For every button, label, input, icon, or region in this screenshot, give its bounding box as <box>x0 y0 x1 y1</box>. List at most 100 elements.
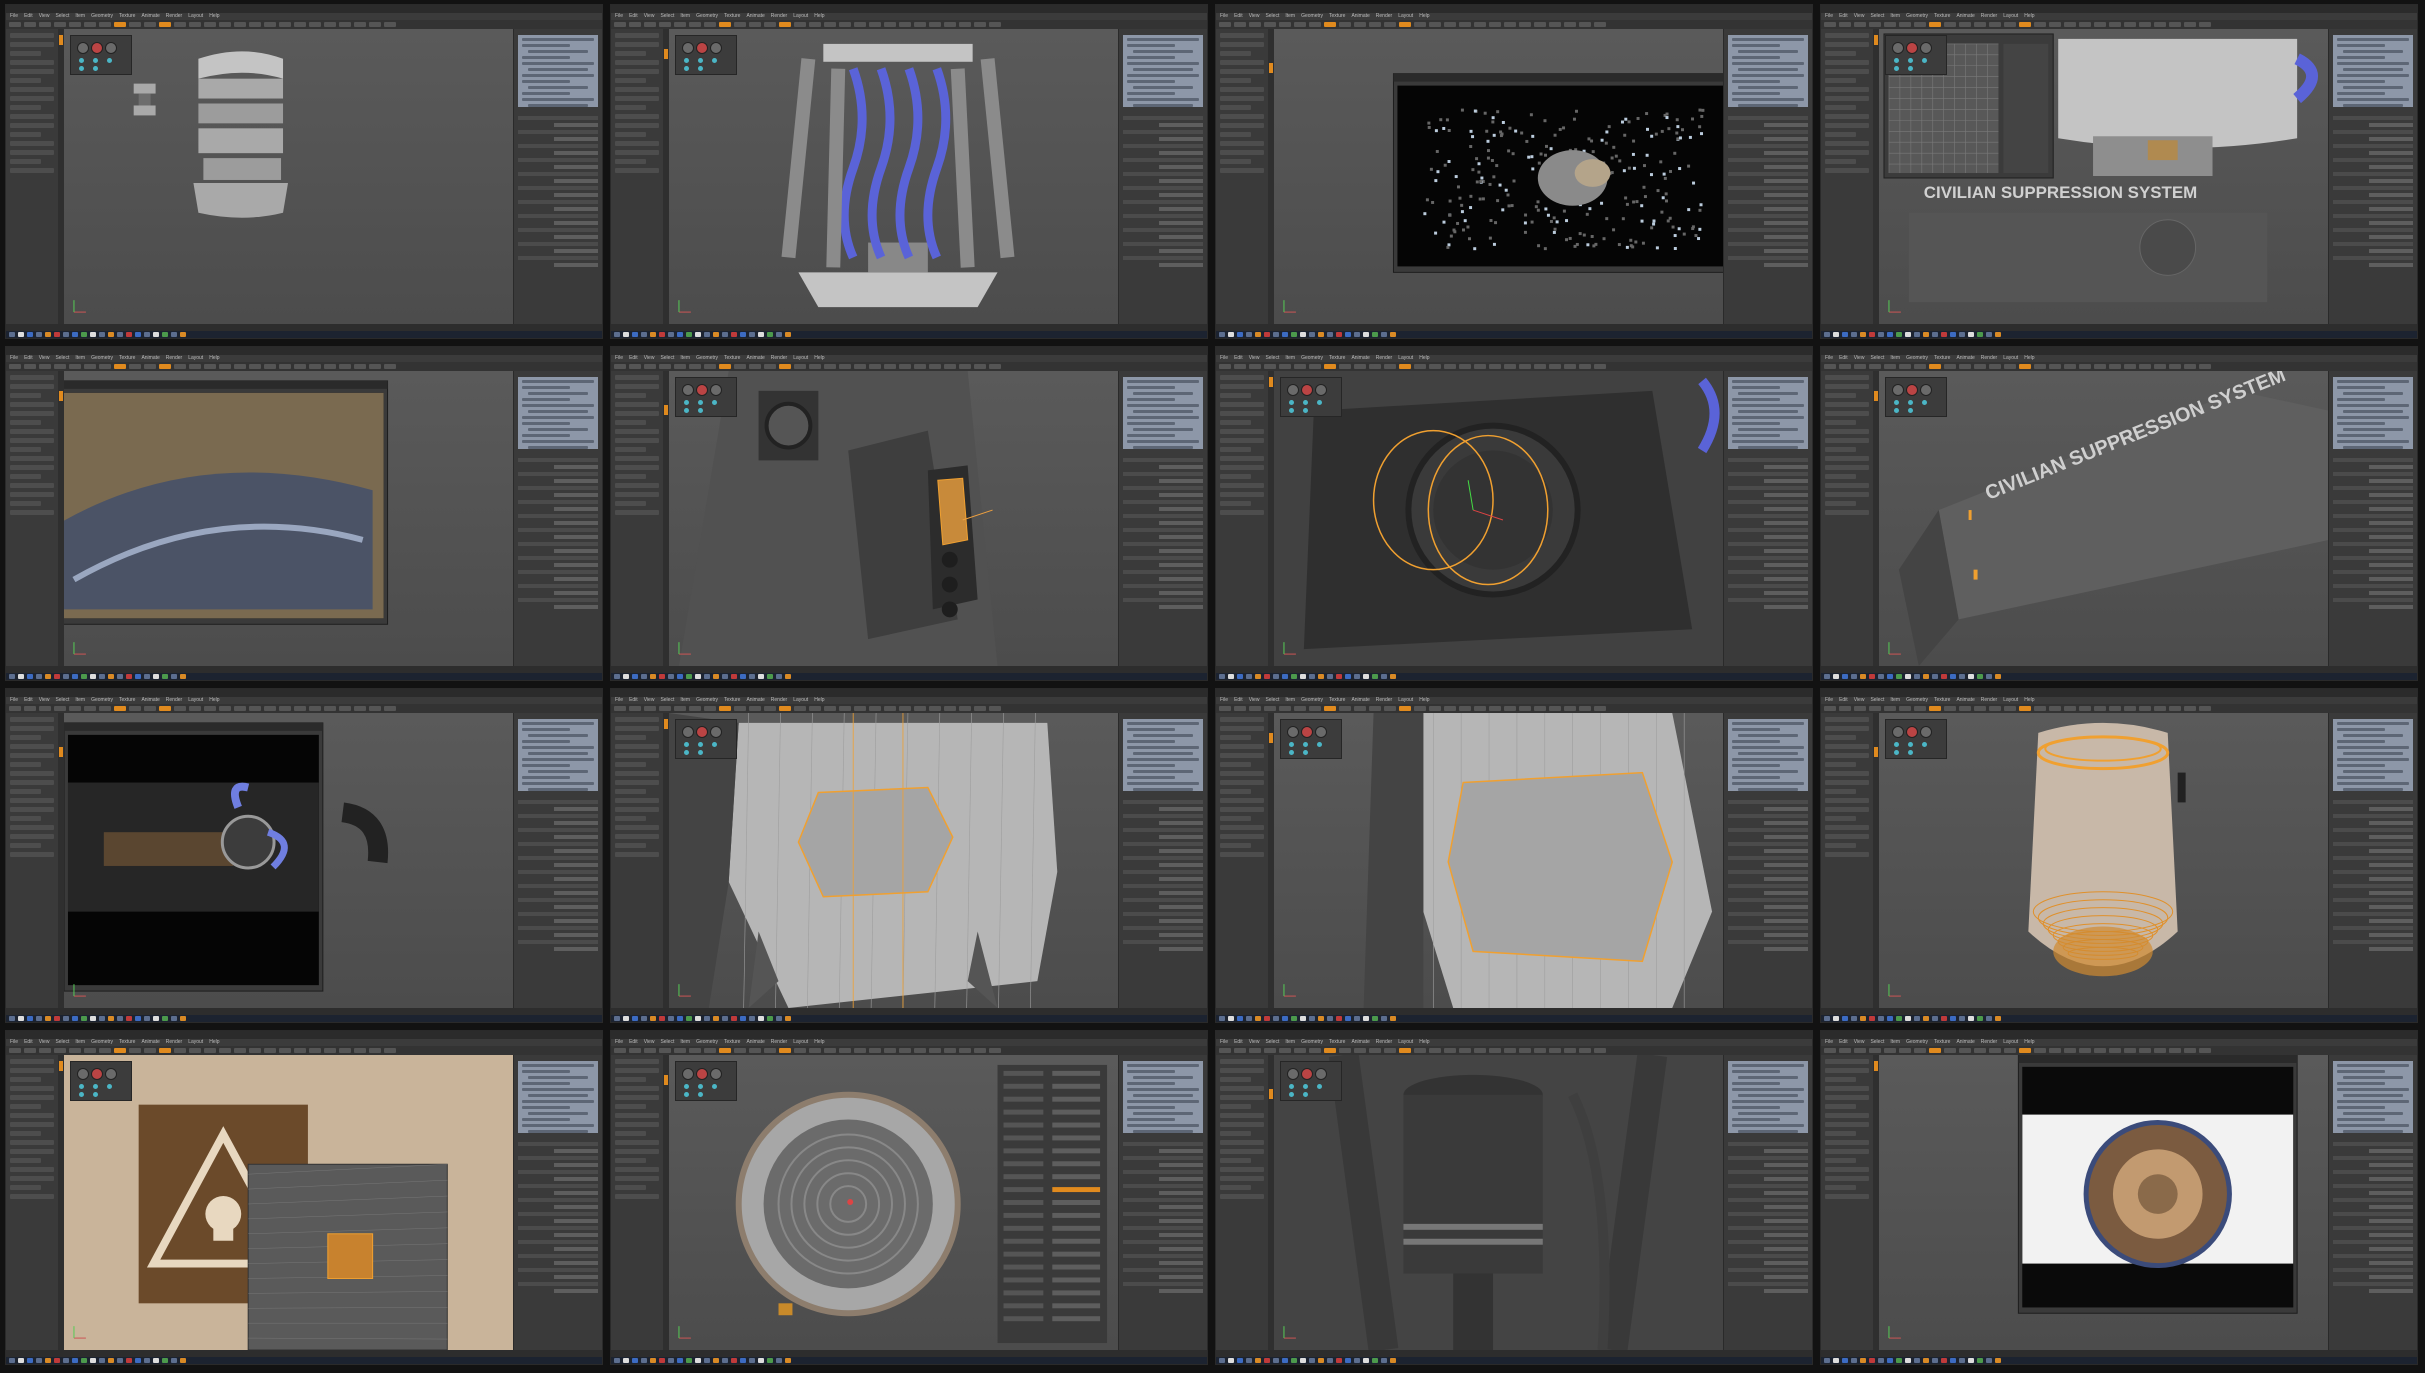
toolbar-button[interactable] <box>779 706 791 711</box>
taskbar-app-icon[interactable] <box>1228 332 1234 337</box>
menu-item-view[interactable]: View <box>1854 1039 1865 1046</box>
toolbar-button[interactable] <box>1824 706 1836 711</box>
taskbar-app-icon[interactable] <box>18 1016 24 1021</box>
properties-form[interactable] <box>1728 113 1808 318</box>
tool-button[interactable] <box>10 159 42 164</box>
taskbar-app-icon[interactable] <box>776 674 782 679</box>
toolbar-button[interactable] <box>1474 22 1486 27</box>
tool-button[interactable] <box>1825 105 1857 110</box>
toolbar-button[interactable] <box>249 1048 261 1053</box>
hud-button[interactable] <box>1287 1068 1299 1080</box>
menu-item-layout[interactable]: Layout <box>188 697 203 704</box>
taskbar-app-icon[interactable] <box>1878 674 1884 679</box>
toolbar-button[interactable] <box>69 364 81 369</box>
toolbar-button[interactable] <box>9 706 21 711</box>
taskbar-app-icon[interactable] <box>1237 1358 1243 1363</box>
taskbar-app-icon[interactable] <box>108 1016 114 1021</box>
toolbar-button[interactable] <box>2109 364 2121 369</box>
tool-button[interactable] <box>1220 132 1252 137</box>
taskbar-app-icon[interactable] <box>623 1016 629 1021</box>
toolbar-button[interactable] <box>854 22 866 27</box>
taskbar-app-icon[interactable] <box>90 674 96 679</box>
toolbar-button[interactable] <box>1384 364 1396 369</box>
tool-button[interactable] <box>1825 1113 1869 1118</box>
taskbar-app-icon[interactable] <box>704 1358 710 1363</box>
toolbar-button[interactable] <box>1929 364 1941 369</box>
menu-item-file[interactable]: File <box>10 13 18 20</box>
tool-button[interactable] <box>10 393 42 398</box>
tool-button[interactable] <box>10 375 54 380</box>
menu-item-edit[interactable]: Edit <box>1839 355 1848 362</box>
taskbar-app-icon[interactable] <box>1977 1016 1983 1021</box>
toolbar-button[interactable] <box>1324 706 1336 711</box>
menu-item-item[interactable]: Item <box>75 13 85 20</box>
menu-item-view[interactable]: View <box>39 697 50 704</box>
3d-viewport[interactable] <box>64 371 514 666</box>
taskbar-app-icon[interactable] <box>1896 1358 1902 1363</box>
toolbar-button[interactable] <box>809 706 821 711</box>
tool-button[interactable] <box>10 483 54 488</box>
tool-button[interactable] <box>1825 78 1857 83</box>
menu-item-geometry[interactable]: Geometry <box>91 355 113 362</box>
menu-item-view[interactable]: View <box>1854 697 1865 704</box>
toolbar-button[interactable] <box>854 1048 866 1053</box>
toolbar-button[interactable] <box>1549 22 1561 27</box>
toolbar-button[interactable] <box>674 364 686 369</box>
toolbar-button[interactable] <box>129 364 141 369</box>
toolbar-button[interactable] <box>1944 22 1956 27</box>
toolbar-button[interactable] <box>1974 364 1986 369</box>
menu-item-edit[interactable]: Edit <box>1234 355 1243 362</box>
hud-button[interactable] <box>1892 726 1904 738</box>
menu-item-edit[interactable]: Edit <box>629 13 638 20</box>
taskbar-app-icon[interactable] <box>144 674 150 679</box>
toolbar-button[interactable] <box>674 1048 686 1053</box>
properties-form[interactable] <box>518 113 598 318</box>
taskbar-app-icon[interactable] <box>1860 332 1866 337</box>
tool-button[interactable] <box>1825 1077 1857 1082</box>
toolbar-button[interactable] <box>324 1048 336 1053</box>
taskbar-app-icon[interactable] <box>1941 1358 1947 1363</box>
toolbar-button[interactable] <box>794 706 806 711</box>
menu-item-render[interactable]: Render <box>166 1039 182 1046</box>
taskbar-app-icon[interactable] <box>1327 1358 1333 1363</box>
menu-item-texture[interactable]: Texture <box>1329 1039 1345 1046</box>
taskbar-app-icon[interactable] <box>1264 674 1270 679</box>
toolbar-button[interactable] <box>1354 364 1366 369</box>
toolbar-button[interactable] <box>2064 706 2076 711</box>
toolbar-button[interactable] <box>779 1048 791 1053</box>
toolbar-button[interactable] <box>734 706 746 711</box>
taskbar-app-icon[interactable] <box>126 1016 132 1021</box>
toolbar-button[interactable] <box>1959 364 1971 369</box>
menu-item-file[interactable]: File <box>1220 1039 1228 1046</box>
toolbar-button[interactable] <box>219 1048 231 1053</box>
toolbar-button[interactable] <box>1869 22 1881 27</box>
menu-item-help[interactable]: Help <box>1419 697 1429 704</box>
taskbar-app-icon[interactable] <box>162 674 168 679</box>
toolbar-button[interactable] <box>1974 1048 1986 1053</box>
taskbar-app-icon[interactable] <box>632 674 638 679</box>
tool-button[interactable] <box>1220 753 1264 758</box>
menu-item-item[interactable]: Item <box>1285 1039 1295 1046</box>
toolbar-button[interactable] <box>1294 1048 1306 1053</box>
toolbar-button[interactable] <box>129 706 141 711</box>
toolbar-button[interactable] <box>674 706 686 711</box>
toolbar-button[interactable] <box>764 364 776 369</box>
taskbar-app-icon[interactable] <box>740 1016 746 1021</box>
tool-button[interactable] <box>10 1077 42 1082</box>
toolbar-button[interactable] <box>2034 364 2046 369</box>
taskbar-app-icon[interactable] <box>1327 1016 1333 1021</box>
taskbar-app-icon[interactable] <box>1959 1016 1965 1021</box>
taskbar-app-icon[interactable] <box>9 1358 15 1363</box>
taskbar-app-icon[interactable] <box>758 1358 764 1363</box>
taskbar-app-icon[interactable] <box>1354 674 1360 679</box>
tool-button[interactable] <box>10 1104 42 1109</box>
toolbar-button[interactable] <box>1854 22 1866 27</box>
toolbar-button[interactable] <box>2004 1048 2016 1053</box>
toolbar-button[interactable] <box>9 22 21 27</box>
tool-button[interactable] <box>615 123 659 128</box>
taskbar-app-icon[interactable] <box>1372 1016 1378 1021</box>
taskbar-app-icon[interactable] <box>1282 332 1288 337</box>
3d-viewport[interactable] <box>669 29 1119 324</box>
tool-button[interactable] <box>615 1113 659 1118</box>
menu-item-texture[interactable]: Texture <box>724 697 740 704</box>
